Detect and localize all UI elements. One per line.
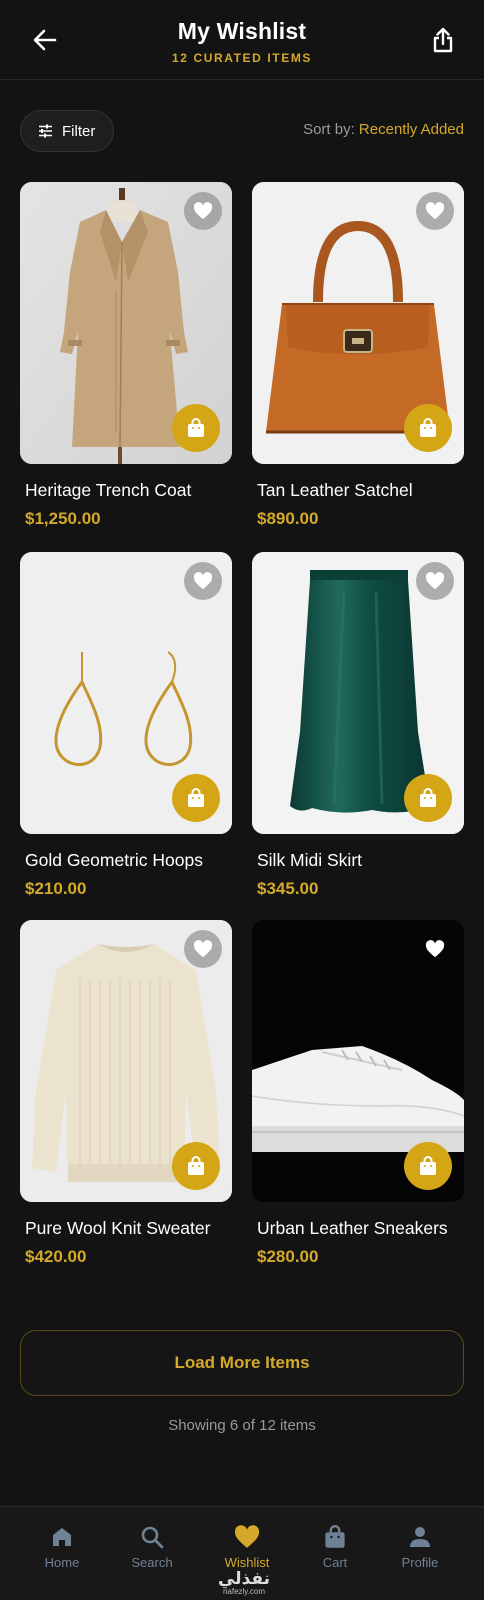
watermark-latin: nafezly.com xyxy=(222,1587,266,1596)
product-price: $345.00 xyxy=(257,879,319,898)
heart-icon xyxy=(193,572,213,590)
nav-item-cart[interactable]: Cart xyxy=(295,1525,375,1570)
product-image[interactable] xyxy=(20,552,232,834)
product-card[interactable]: Gold Geometric Hoops $210.00 xyxy=(20,552,232,899)
product-name[interactable]: Pure Wool Knit Sweater xyxy=(20,1218,232,1239)
shopping-bag-icon xyxy=(188,1156,204,1175)
shopping-bag-icon xyxy=(188,788,204,807)
product-name[interactable]: Urban Leather Sneakers xyxy=(252,1218,464,1239)
pagination-status: Showing 6 of 12 items xyxy=(168,1417,316,1434)
favorite-toggle[interactable] xyxy=(184,192,222,230)
item-count-subtitle: 12 CURATED ITEMS xyxy=(171,51,313,65)
nav-item-profile[interactable]: Profile xyxy=(380,1525,460,1570)
nav-item-search[interactable]: Search xyxy=(112,1525,192,1570)
product-card[interactable]: Tan Leather Satchel $890.00 xyxy=(252,182,464,529)
nav-label: Search xyxy=(131,1555,173,1570)
shopping-bag-icon xyxy=(188,418,204,437)
product-price: $890.00 xyxy=(257,509,319,528)
shopping-bag-icon xyxy=(420,788,436,807)
add-to-cart-button[interactable] xyxy=(404,774,452,822)
product-price: $420.00 xyxy=(25,1247,87,1266)
product-price: $1,250.00 xyxy=(25,509,101,528)
nav-label: Profile xyxy=(401,1555,439,1570)
product-price: $280.00 xyxy=(257,1247,319,1266)
heart-icon xyxy=(425,940,445,958)
sort-value[interactable]: Recently Added xyxy=(359,121,464,138)
nav-label: Cart xyxy=(322,1555,348,1570)
filter-button[interactable]: Filter xyxy=(20,110,114,152)
add-to-cart-button[interactable] xyxy=(172,1142,220,1190)
heart-icon xyxy=(234,1525,260,1548)
share-button[interactable] xyxy=(428,24,458,56)
favorite-toggle[interactable] xyxy=(416,562,454,600)
add-to-cart-button[interactable] xyxy=(172,774,220,822)
add-to-cart-button[interactable] xyxy=(404,1142,452,1190)
heart-icon xyxy=(425,572,445,590)
sliders-icon xyxy=(39,124,52,138)
nav-item-home[interactable]: Home xyxy=(22,1525,102,1570)
favorite-toggle[interactable] xyxy=(184,930,222,968)
favorite-toggle[interactable] xyxy=(416,192,454,230)
product-price: $210.00 xyxy=(25,879,87,898)
product-card[interactable]: Heritage Trench Coat $1,250.00 xyxy=(20,182,232,529)
product-card[interactable]: Pure Wool Knit Sweater $420.00 xyxy=(20,920,232,1267)
home-icon xyxy=(53,1528,71,1546)
product-card[interactable]: Urban Leather Sneakers $280.00 xyxy=(252,920,464,1267)
favorite-toggle[interactable] xyxy=(184,562,222,600)
sort-control[interactable]: Sort by: Recently Added xyxy=(303,121,464,138)
share-icon xyxy=(433,27,453,53)
watermark-arabic: نفذلي xyxy=(217,1569,271,1588)
shopping-bag-icon xyxy=(420,1156,436,1175)
heart-icon xyxy=(193,202,213,220)
search-icon xyxy=(141,1526,164,1549)
nav-label: Home xyxy=(44,1555,80,1570)
shopping-bag-icon xyxy=(325,1525,345,1548)
add-to-cart-button[interactable] xyxy=(172,404,220,452)
product-card[interactable]: Silk Midi Skirt $345.00 xyxy=(252,552,464,899)
product-name[interactable]: Heritage Trench Coat xyxy=(20,480,232,501)
filter-label: Filter xyxy=(62,122,96,140)
product-image[interactable] xyxy=(20,182,232,464)
load-more-button[interactable]: Load More Items xyxy=(20,1330,464,1396)
product-image[interactable] xyxy=(252,552,464,834)
watermark: نفذلي nafezly.com xyxy=(214,1569,274,1596)
product-name[interactable]: Tan Leather Satchel xyxy=(252,480,464,501)
product-name[interactable]: Silk Midi Skirt xyxy=(252,850,464,871)
product-image[interactable] xyxy=(252,182,464,464)
product-name[interactable]: Gold Geometric Hoops xyxy=(20,850,232,871)
heart-icon xyxy=(193,940,213,958)
product-image[interactable] xyxy=(252,920,464,1202)
app-header: My Wishlist 12 CURATED ITEMS xyxy=(0,0,484,80)
favorite-toggle[interactable] xyxy=(416,930,454,968)
add-to-cart-button[interactable] xyxy=(404,404,452,452)
user-icon xyxy=(410,1527,430,1547)
bottom-navigation: Home Search Wishlist Cart Profile نفذلي … xyxy=(0,1506,484,1600)
nav-item-wishlist[interactable]: Wishlist xyxy=(207,1525,287,1570)
shopping-bag-icon xyxy=(420,418,436,437)
sort-prefix: Sort by: xyxy=(303,121,355,138)
heart-icon xyxy=(425,202,445,220)
page-title: My Wishlist xyxy=(177,18,307,44)
nav-label: Wishlist xyxy=(224,1555,270,1570)
product-image[interactable] xyxy=(20,920,232,1202)
